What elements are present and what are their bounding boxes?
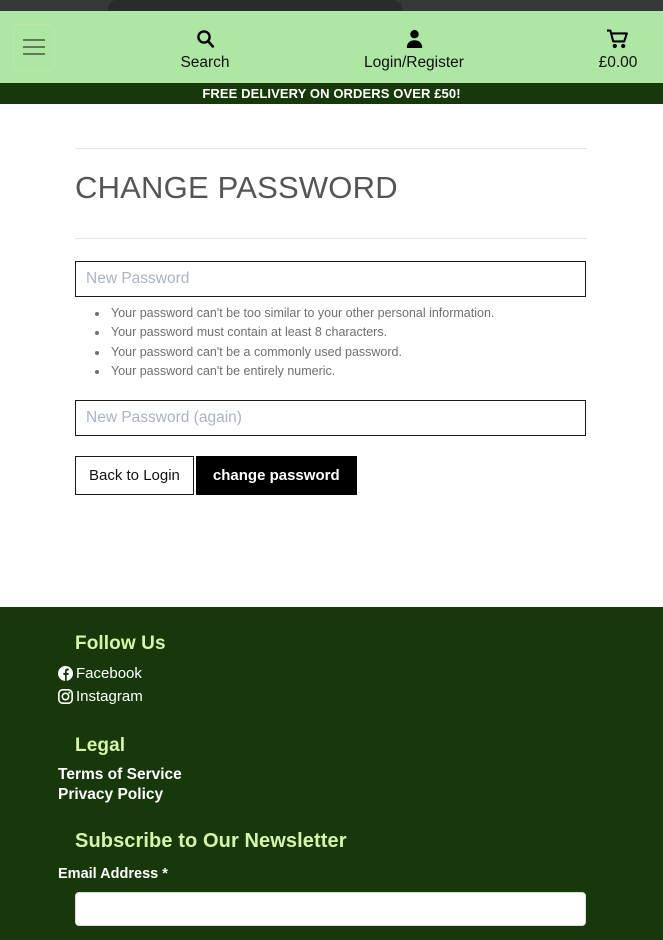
confirm-password-input[interactable] bbox=[75, 399, 586, 436]
cart-icon bbox=[606, 29, 629, 49]
facebook-link[interactable]: Facebook bbox=[58, 665, 142, 682]
hamburger-menu-button[interactable] bbox=[13, 23, 55, 71]
password-help-list: Your password can't be too similar to yo… bbox=[75, 304, 587, 382]
instagram-icon bbox=[58, 689, 73, 704]
header-search-label: Search bbox=[180, 54, 230, 71]
site-header: Search Login/Register £0.00 bbox=[0, 11, 663, 83]
header-account-label: Login/Register bbox=[364, 54, 464, 71]
new-password-field-wrap bbox=[75, 261, 587, 297]
header-actions: Search Login/Register £0.00 bbox=[0, 11, 663, 83]
header-account-link[interactable]: Login/Register bbox=[360, 29, 468, 72]
password-help-item: Your password can't be entirely numeric. bbox=[109, 362, 587, 381]
free-delivery-banner: FREE DELIVERY ON ORDERS OVER £50! bbox=[0, 83, 663, 104]
form-button-row: Back to Login change password bbox=[75, 455, 587, 495]
divider-below-title bbox=[75, 238, 587, 239]
new-password-input[interactable] bbox=[75, 261, 586, 297]
privacy-policy-link[interactable]: Privacy Policy bbox=[58, 786, 163, 803]
password-help-item: Your password must contain at least 8 ch… bbox=[109, 323, 587, 342]
newsletter-email-input[interactable] bbox=[75, 892, 586, 926]
page-title: CHANGE PASSWORD bbox=[75, 170, 398, 205]
social-links-list: Facebook Instagram bbox=[58, 665, 587, 709]
list-item: Privacy Policy bbox=[58, 786, 587, 804]
hamburger-icon-bar bbox=[23, 46, 45, 48]
back-to-login-button[interactable]: Back to Login bbox=[75, 455, 194, 495]
list-item: Terms of Service bbox=[58, 766, 587, 784]
facebook-icon bbox=[58, 666, 73, 681]
newsletter-heading: Subscribe to Our Newsletter bbox=[75, 830, 347, 852]
change-password-button[interactable]: change password bbox=[195, 455, 357, 495]
terms-of-service-link[interactable]: Terms of Service bbox=[58, 766, 182, 783]
instagram-label: Instagram bbox=[76, 688, 143, 705]
user-icon bbox=[406, 29, 423, 49]
follow-us-heading: Follow Us bbox=[75, 633, 166, 654]
facebook-label: Facebook bbox=[76, 665, 142, 682]
instagram-link[interactable]: Instagram bbox=[58, 688, 143, 705]
password-help-item: Your password can't be too similar to yo… bbox=[109, 304, 587, 323]
legal-heading: Legal bbox=[75, 735, 126, 756]
content-container: CHANGE PASSWORD Your password can't be t… bbox=[0, 148, 663, 495]
search-icon bbox=[196, 29, 215, 49]
list-item: Instagram bbox=[58, 688, 587, 709]
password-help-item: Your password can't be a commonly used p… bbox=[109, 343, 587, 362]
confirm-password-field-wrap bbox=[75, 399, 587, 436]
header-cart-link[interactable]: £0.00 bbox=[578, 29, 658, 72]
main-content: CHANGE PASSWORD Your password can't be t… bbox=[0, 148, 663, 607]
email-address-label: Email Address * bbox=[58, 866, 168, 882]
legal-links-list: Terms of Service Privacy Policy bbox=[58, 766, 587, 804]
browser-tab[interactable] bbox=[108, 0, 402, 11]
hamburger-icon-bar bbox=[23, 53, 45, 55]
site-footer: Follow Us Facebook Instagram Legal Terms… bbox=[0, 607, 663, 940]
header-search-link[interactable]: Search bbox=[168, 29, 242, 72]
list-item: Facebook bbox=[58, 665, 587, 686]
footer-container: Follow Us Facebook Instagram Legal Terms… bbox=[0, 633, 663, 940]
hamburger-icon-bar bbox=[23, 39, 45, 41]
header-cart-total: £0.00 bbox=[598, 54, 638, 71]
browser-chrome-strip bbox=[0, 0, 663, 11]
